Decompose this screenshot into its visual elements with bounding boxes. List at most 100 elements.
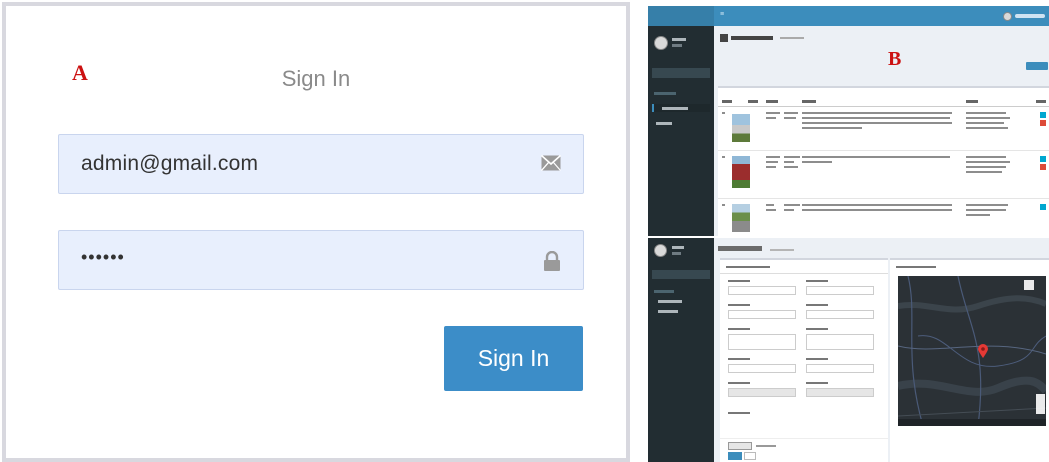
map-title (896, 266, 936, 268)
table-cell (966, 122, 1004, 124)
table-cell (966, 117, 1010, 119)
table-row (718, 108, 1049, 150)
admin-table-panel: ≡ B (648, 6, 1049, 236)
main-content: B (714, 26, 1049, 236)
table-cell (766, 112, 780, 114)
name-input[interactable] (728, 286, 796, 295)
divider (718, 198, 1049, 199)
sidebar-item-data[interactable] (658, 300, 682, 303)
avatar (654, 244, 667, 257)
table-row (718, 152, 1049, 198)
text-input[interactable] (806, 364, 874, 373)
sidebar-search-input[interactable] (652, 68, 710, 78)
figure-label-b: B (888, 48, 902, 70)
row-number (722, 204, 725, 206)
column-header (1036, 100, 1046, 103)
column-header (722, 100, 732, 103)
field-label (806, 280, 828, 282)
text-input[interactable] (806, 310, 874, 319)
delete-button[interactable] (1040, 164, 1046, 170)
login-card: A Sign In admin@gmail.com •••••• Sign In (6, 6, 626, 458)
sidebar-header (654, 92, 676, 95)
place-photo (732, 114, 750, 142)
table-cell (966, 156, 1006, 158)
row-number (722, 112, 725, 114)
description-textarea[interactable] (728, 334, 796, 350)
map-marker-icon[interactable] (978, 344, 988, 363)
form-title (726, 266, 770, 268)
map-canvas (898, 276, 1046, 426)
sidebar-item-logout[interactable] (658, 310, 678, 313)
field-label (728, 328, 750, 330)
table-cell (784, 117, 796, 119)
password-field[interactable]: •••••• (58, 230, 584, 290)
list-icon (720, 34, 728, 42)
top-navbar: ≡ (648, 6, 1049, 26)
user-name (1015, 14, 1045, 18)
sidebar (648, 238, 714, 462)
table-cell (766, 156, 780, 158)
password-value: •••••• (81, 247, 125, 267)
user-name (672, 246, 684, 249)
avatar (1003, 11, 1012, 21)
table-cell (966, 204, 1008, 206)
data-table (718, 86, 1049, 236)
email-value: admin@gmail.com (81, 152, 259, 175)
save-button[interactable] (728, 452, 742, 460)
table-cell (802, 117, 950, 119)
delete-button[interactable] (1040, 120, 1046, 126)
sidebar-header (654, 290, 674, 293)
column-header (748, 100, 758, 103)
divider (720, 273, 888, 274)
brand-logo[interactable] (648, 6, 714, 26)
file-name (756, 445, 776, 447)
user-menu[interactable] (1003, 10, 1045, 22)
table-cell (966, 161, 1010, 163)
login-panel: A Sign In admin@gmail.com •••••• Sign In (2, 2, 630, 462)
table-cell (766, 204, 774, 206)
page-title (731, 36, 773, 40)
table-cell (802, 127, 862, 129)
content-header: B (714, 26, 1049, 78)
email-field[interactable]: admin@gmail.com (58, 134, 584, 194)
text-input[interactable] (728, 310, 796, 319)
location-map[interactable] (898, 276, 1046, 426)
page-title (718, 246, 762, 251)
divider (718, 150, 1049, 151)
sidebar-search-input[interactable] (652, 270, 710, 279)
phone-input[interactable] (728, 364, 796, 373)
table-cell (784, 161, 794, 163)
table-cell (802, 122, 952, 124)
address-textarea[interactable] (806, 334, 874, 350)
table-cell (784, 112, 798, 114)
category-select[interactable] (806, 286, 874, 295)
column-header (966, 100, 978, 103)
edit-button[interactable] (1040, 112, 1046, 118)
choose-file-button[interactable] (728, 442, 752, 450)
table-cell (966, 171, 1002, 173)
edit-button[interactable] (1040, 156, 1046, 162)
field-label (728, 412, 750, 414)
row-number (722, 156, 725, 158)
add-data-button[interactable] (1026, 62, 1048, 70)
table-cell (766, 161, 778, 163)
table-cell (784, 209, 794, 211)
menu-toggle-icon[interactable]: ≡ (720, 11, 724, 18)
envelope-icon (540, 154, 562, 176)
reset-button[interactable] (744, 452, 756, 460)
table-cell (802, 161, 832, 163)
sidebar-item-logout[interactable] (656, 122, 672, 125)
table-cell (802, 209, 952, 211)
table-cell (802, 112, 952, 114)
signin-button[interactable]: Sign In (444, 326, 583, 391)
field-label (728, 382, 750, 384)
table-row (718, 200, 1049, 236)
user-status (672, 44, 682, 47)
table-cell (784, 166, 798, 168)
table-cell (784, 204, 800, 206)
longitude-input (806, 388, 874, 397)
table-cell (766, 209, 776, 211)
table-cell (966, 112, 1006, 114)
field-label (728, 304, 750, 306)
edit-button[interactable] (1040, 204, 1046, 210)
